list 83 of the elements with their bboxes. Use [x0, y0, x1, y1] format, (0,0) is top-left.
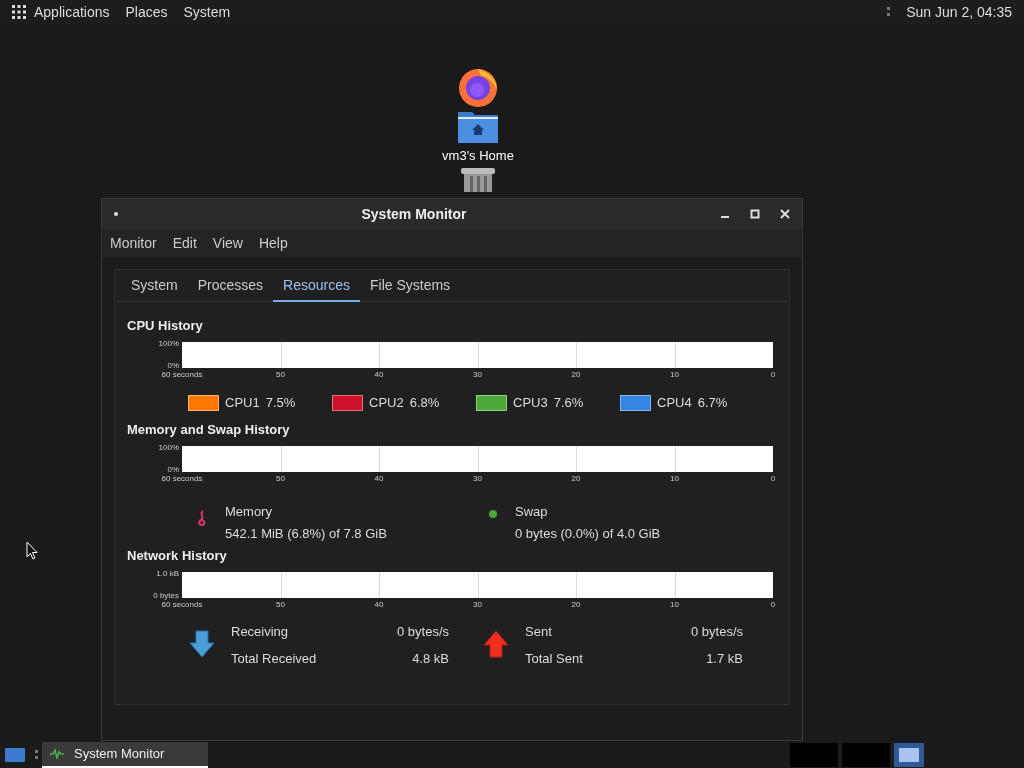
axis-label: 50 — [276, 473, 285, 485]
cpu-value: 6.7% — [697, 394, 728, 413]
axis-label: 0 — [770, 369, 776, 381]
color-swatch[interactable] — [476, 395, 507, 411]
axis-label: 1.0 kB — [156, 568, 179, 580]
handle-icon — [887, 6, 891, 18]
app-grid-icon[interactable] — [12, 5, 26, 19]
clock[interactable]: Sun Jun 2, 04:35 — [906, 1, 1012, 23]
close-icon[interactable] — [780, 209, 790, 219]
axis-label: 20 — [571, 369, 581, 381]
axis-label: 20 — [571, 599, 581, 611]
axis-label: 40 — [374, 473, 384, 485]
window-menu-icon[interactable] — [114, 212, 118, 216]
cursor-icon — [26, 541, 38, 561]
axis-label: 0 bytes — [153, 590, 179, 602]
section-title: Memory and Swap History — [127, 421, 291, 438]
cpu-value: 7.5% — [265, 394, 296, 413]
menu-item[interactable]: View — [212, 232, 243, 254]
handle-icon — [35, 749, 38, 761]
section-title: CPU History — [127, 317, 204, 334]
cpu-label: CPU4 — [657, 394, 692, 413]
axis-label: 10 — [670, 369, 679, 381]
maximize-icon[interactable] — [750, 209, 760, 219]
color-swatch[interactable] — [332, 395, 363, 411]
tab[interactable]: System — [121, 270, 188, 302]
cpu-label: CPU2 — [369, 394, 404, 413]
top-menu-item[interactable]: Places — [125, 1, 168, 23]
network-label: Sent — [525, 623, 553, 641]
color-swatch[interactable] — [188, 395, 219, 411]
axis-label: 30 — [473, 369, 482, 381]
network-value: 1.7 kB — [705, 649, 743, 668]
tab[interactable]: File Systems — [359, 270, 461, 302]
axis-label: 60 seconds — [161, 473, 203, 485]
top-menu-item[interactable]: Applications — [34, 1, 110, 23]
network-value: 4.8 kB — [411, 649, 449, 668]
axis-label: 0% — [167, 360, 179, 372]
memory-label: Swap — [515, 503, 549, 521]
axis-label: 0% — [167, 464, 179, 476]
axis-label: 0 — [770, 599, 776, 611]
menu-item[interactable]: Help — [258, 232, 288, 254]
axis-label: 30 — [473, 473, 482, 485]
menu-item[interactable]: Monitor — [110, 232, 157, 254]
axis-label: 40 — [374, 369, 384, 381]
window-title: System Monitor — [360, 204, 468, 224]
network-value: 0 bytes/s — [689, 623, 743, 641]
cpu-label: CPU1 — [225, 394, 260, 413]
top-menu-item[interactable]: System — [183, 1, 231, 23]
icon-label[interactable]: vm3's Home — [442, 146, 514, 166]
task-button[interactable]: System Monitor — [42, 742, 208, 768]
tab[interactable]: Processes — [187, 270, 274, 302]
memory-label: Memory — [225, 503, 273, 521]
browser-icon[interactable] — [457, 66, 499, 108]
trash-icon[interactable] — [458, 165, 498, 192]
cpu-value: 7.6% — [553, 394, 584, 413]
workspace-button[interactable] — [894, 743, 924, 767]
axis-label: 10 — [670, 599, 679, 611]
memory-value: 542.1 MiB (6.8%) of 7.8 GiB — [225, 525, 387, 543]
network-label: Total Received — [231, 649, 317, 668]
axis-label: 40 — [374, 599, 384, 611]
axis-label: 100% — [158, 338, 179, 350]
network-value: 0 bytes/s — [395, 623, 449, 641]
axis-label: 20 — [571, 473, 581, 485]
tab[interactable]: Resources — [273, 270, 360, 302]
monitor-wave-icon — [50, 749, 64, 759]
memory-value: 0 bytes (0.0%) of 4.0 GiB — [515, 525, 661, 543]
axis-label: 50 — [276, 599, 285, 611]
axis-label: 10 — [670, 473, 679, 485]
axis-label: 100% — [158, 442, 179, 454]
cpu-label: CPU3 — [513, 394, 548, 413]
upload-arrow-icon — [483, 630, 509, 658]
network-label: Receiving — [231, 623, 290, 641]
network-label: Total Sent — [525, 649, 583, 668]
axis-label: 0 — [770, 473, 776, 485]
color-swatch[interactable] — [620, 395, 651, 411]
desktop-icon[interactable] — [5, 747, 25, 763]
cpu-value: 6.8% — [409, 394, 440, 413]
axis-label: 50 — [276, 369, 285, 381]
axis-label: 60 seconds — [161, 600, 203, 611]
axis-label: 30 — [473, 599, 482, 611]
download-arrow-icon — [189, 630, 215, 658]
axis-label: 60 seconds — [161, 369, 203, 381]
menu-item[interactable]: Edit — [172, 232, 197, 254]
section-title: Network History — [127, 547, 228, 564]
